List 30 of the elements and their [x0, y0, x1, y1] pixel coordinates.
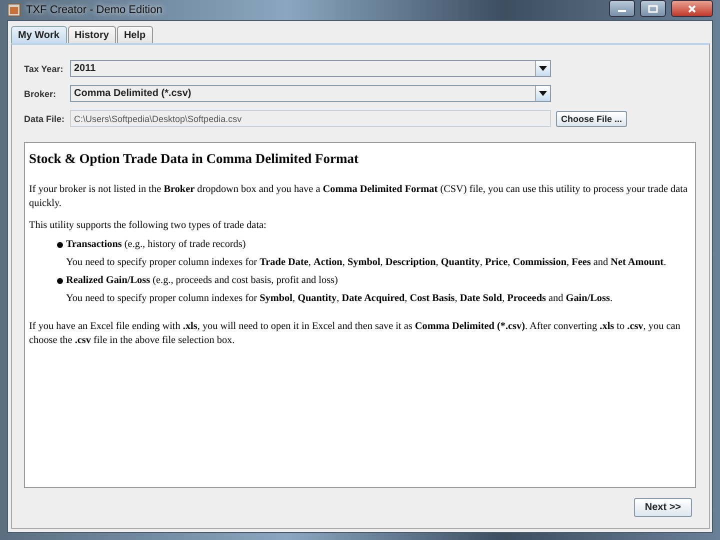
- list-item-title: Realized Gain/Loss (e.g., proceeds and cost basis, profit and loss): [66, 274, 338, 288]
- field-label: Broker:: [24, 88, 58, 98]
- paragraph: If your broker is not listed in the Broker dropdown box and you have a Comma Delimited Format (CSV) file, you can use this utility to process your trade data quickly.: [29, 183, 688, 211]
- bullet-icon: [57, 242, 63, 248]
- bullet-icon: [57, 278, 63, 284]
- paragraph: If you have an Excel file ending with .xls, you will need to open it in Excel and then save it as Comma Delimited (*.csv). After converting .xls to .csv, you can choose the .csv file in the above file selection box.: [29, 320, 682, 348]
- field-label: Data File:: [24, 114, 66, 124]
- minimize-button[interactable]: [609, 0, 635, 17]
- field-label: Tax Year:: [24, 64, 64, 74]
- tab[interactable]: My Work: [11, 26, 66, 43]
- close-button[interactable]: [671, 0, 713, 17]
- window-title: TXF Creator - Demo Edition: [26, 4, 162, 16]
- paragraph: You need to specify proper column indexes for Trade Date, Action, Symbol, Description, Quantity, Price, Commission, Fees and Net Amount.: [66, 256, 668, 270]
- tab[interactable]: Help: [116, 26, 153, 43]
- paragraph: You need to specify proper column indexes for Symbol, Quantity, Date Acquired, Cost Basis, Date Sold, Proceeds and Gain/Loss.: [66, 292, 614, 306]
- caret-icon: [539, 66, 547, 71]
- tax-year-dropdown[interactable]: 2011: [70, 60, 551, 77]
- file-path-field[interactable]: C:\Users\Softpedia\Desktop\Softpedia.csv: [70, 110, 551, 127]
- app-icon: [7, 3, 21, 17]
- broker-dropdown[interactable]: Comma Delimited (*.csv): [70, 85, 551, 102]
- tab[interactable]: History: [68, 26, 116, 43]
- next-button[interactable]: Next >>: [634, 498, 692, 517]
- maximize-icon: [648, 4, 658, 12]
- caret-icon: [539, 91, 547, 96]
- help-heading: Stock & Option Trade Data in Comma Delimited Format: [29, 151, 360, 167]
- maximize-button[interactable]: [640, 0, 666, 17]
- close-icon: [687, 4, 697, 12]
- choose-file-button[interactable]: Choose File ...: [556, 110, 628, 126]
- paragraph: This utility supports the following two types of trade data:: [29, 219, 268, 233]
- list-item-title: Transactions (e.g., history of trade records): [66, 238, 246, 252]
